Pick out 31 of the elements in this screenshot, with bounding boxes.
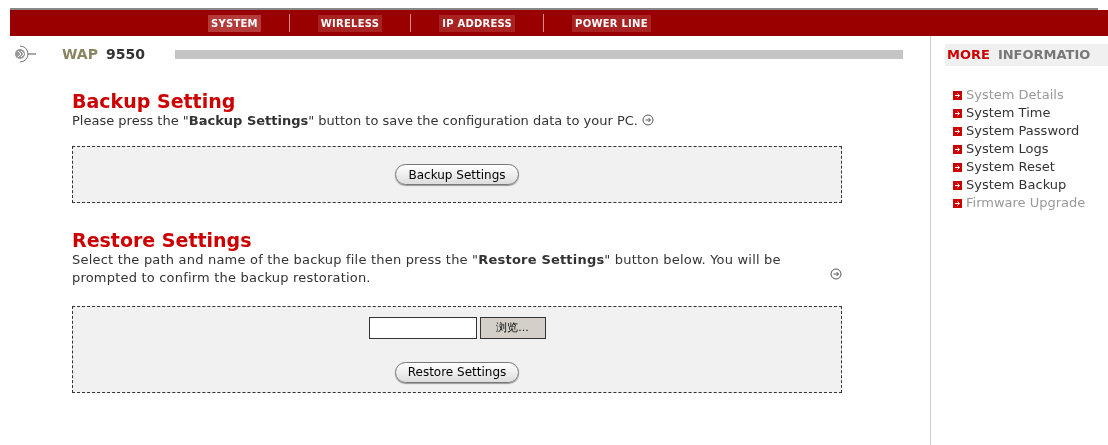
arrow-square-icon: [953, 108, 962, 118]
header-text: INFORMATIO: [997, 46, 1091, 65]
nav-tab[interactable]: WIRELESS: [317, 14, 383, 32]
sidebar-link[interactable]: System Time: [966, 103, 1051, 123]
nav-tab[interactable]: POWER LINE: [572, 14, 651, 32]
arrow-square-icon: [953, 126, 962, 136]
submit-button[interactable]: Backup Settings: [395, 164, 519, 185]
logo-icon: [12, 45, 38, 63]
browse-button[interactable]: 浏览...: [479, 317, 546, 339]
section-title: Backup Setting: [72, 90, 237, 112]
arrow-circle-icon[interactable]: [830, 268, 842, 280]
sidebar-link[interactable]: System Reset: [966, 157, 1055, 177]
section-title: Restore Settings: [72, 229, 253, 251]
description-text: Please press the "Backup Settings" button to save the configuration data to your PC.: [72, 113, 638, 128]
nav-tab[interactable]: SYSTEM: [208, 14, 261, 32]
arrow-square-icon: [953, 180, 962, 190]
header-accent: MORE: [947, 46, 990, 65]
product-model: 9550: [105, 44, 145, 64]
arrow-square-icon: [953, 162, 962, 172]
arrow-square-icon: [953, 90, 962, 100]
nav-tab[interactable]: IP ADDRESS: [439, 14, 516, 32]
arrow-circle-icon[interactable]: [641, 114, 654, 126]
arrow-square-icon: [953, 198, 962, 208]
product-brand: WAP: [62, 44, 98, 64]
submit-button[interactable]: Restore Settings: [394, 361, 520, 383]
sidebar-link[interactable]: System Logs: [966, 139, 1049, 159]
arrow-square-icon: [953, 144, 962, 154]
description-text: Select the path and name of the backup file then press the "Restore Settings" button below. You will be prompted to confirm the backup restoration.: [72, 251, 782, 287]
file-path-field[interactable]: [368, 317, 477, 339]
sidebar-link[interactable]: System Backup: [966, 175, 1067, 195]
sidebar-link[interactable]: System Password: [966, 121, 1080, 141]
